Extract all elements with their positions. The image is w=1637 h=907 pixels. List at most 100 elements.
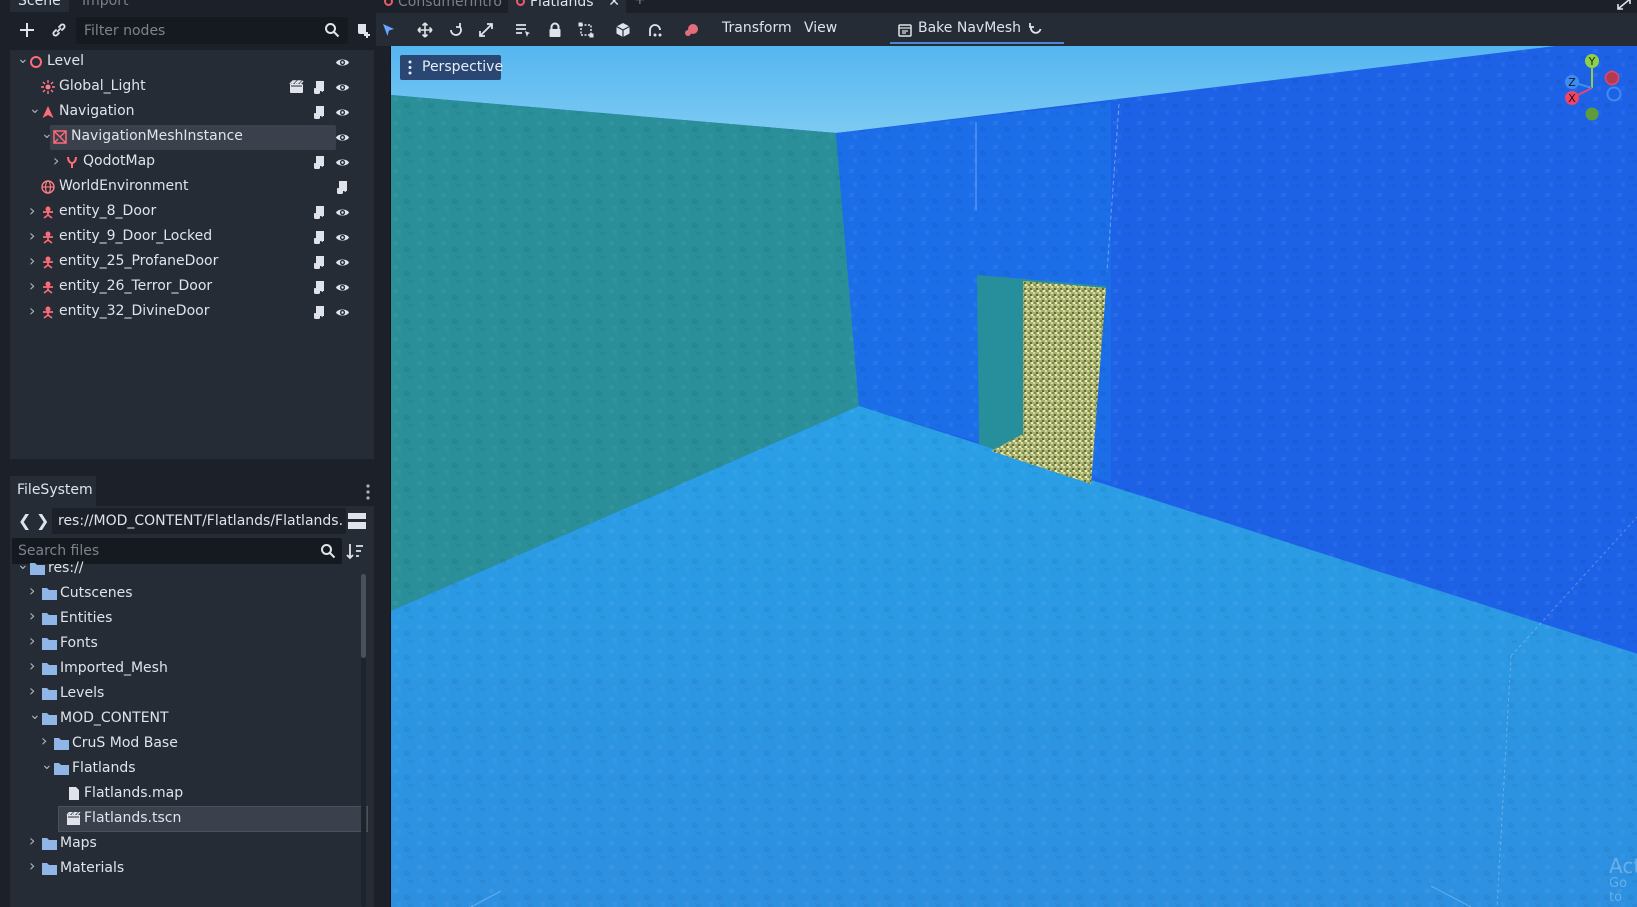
forward-arrow-icon[interactable]: ❯ bbox=[36, 511, 49, 530]
visibility-eye-icon[interactable] bbox=[335, 305, 350, 320]
file-row[interactable]: Flatlands.map bbox=[10, 781, 350, 807]
chevron-right-icon[interactable]: › bbox=[29, 833, 39, 849]
chevron-down-icon[interactable]: ⌄ bbox=[29, 708, 41, 722]
select-tool-button[interactable] bbox=[378, 19, 400, 41]
visibility-eye-icon[interactable] bbox=[335, 155, 350, 170]
scene-node-row[interactable]: › entity_25_ProfaneDoor bbox=[10, 250, 374, 275]
chevron-down-icon[interactable]: ⌄ bbox=[29, 102, 41, 116]
filesystem-scrollbar[interactable] bbox=[361, 574, 366, 907]
chevron-right-icon[interactable]: › bbox=[29, 278, 39, 294]
script-icon[interactable] bbox=[312, 80, 327, 95]
scene-node-row[interactable]: ⌄ Navigation bbox=[10, 100, 374, 125]
list-select-button[interactable] bbox=[512, 19, 534, 41]
chevron-right-icon[interactable]: › bbox=[29, 303, 39, 319]
new-scene-tab-icon[interactable]: + bbox=[634, 0, 646, 8]
scene-tab-flatlands[interactable]: Flatlands ✕ bbox=[508, 0, 626, 13]
lock-button[interactable] bbox=[544, 19, 566, 41]
scene-node-row[interactable]: › entity_26_Terror_Door bbox=[10, 275, 374, 300]
scene-node-row[interactable]: Global_Light bbox=[10, 75, 374, 100]
script-icon[interactable] bbox=[335, 180, 350, 195]
move-tool-button[interactable] bbox=[414, 19, 436, 41]
group-button[interactable] bbox=[575, 19, 597, 41]
instance-scene-button[interactable] bbox=[46, 16, 72, 44]
open-scene-icon[interactable] bbox=[289, 80, 304, 95]
folder-row[interactable]: ⌄ res:// bbox=[10, 556, 350, 582]
bake-navmesh-button[interactable]: Bake NavMesh bbox=[918, 20, 1021, 36]
chevron-right-icon[interactable]: › bbox=[29, 858, 39, 874]
tab-scene[interactable]: Scene bbox=[10, 0, 69, 12]
chevron-down-icon[interactable]: ⌄ bbox=[17, 52, 29, 66]
chevron-right-icon[interactable]: › bbox=[29, 253, 39, 269]
tab-filesystem[interactable]: FileSystem bbox=[10, 476, 96, 506]
folder-row[interactable]: › Fonts bbox=[10, 631, 350, 657]
tab-import[interactable]: Import bbox=[74, 0, 137, 12]
scene-node-row[interactable]: ⌄ Level bbox=[10, 50, 374, 75]
visibility-eye-icon[interactable] bbox=[335, 280, 350, 295]
chevron-right-icon[interactable]: › bbox=[29, 228, 39, 244]
scene-tab-consumerintro[interactable]: ConsumerIntro bbox=[376, 0, 512, 13]
perspective-menu-button[interactable]: Perspective bbox=[400, 55, 503, 80]
chevron-right-icon[interactable]: › bbox=[29, 683, 39, 699]
scene-node-row[interactable]: › entity_32_DivineDoor bbox=[10, 300, 374, 325]
folder-row[interactable]: ⌄ MOD_CONTENT bbox=[10, 706, 350, 732]
rotate-tool-button[interactable] bbox=[445, 19, 467, 41]
view-menu[interactable]: View bbox=[804, 20, 837, 36]
use-snap-button[interactable] bbox=[644, 19, 666, 41]
chevron-right-icon[interactable]: › bbox=[29, 583, 39, 599]
path-field[interactable]: res://MOD_CONTENT/Flatlands/Flatlands. bbox=[52, 508, 346, 534]
chevron-down-icon[interactable]: ⌄ bbox=[41, 127, 53, 141]
folder-row[interactable]: › Entities bbox=[10, 606, 350, 632]
scrollbar-thumb[interactable] bbox=[361, 574, 366, 658]
visibility-eye-icon[interactable] bbox=[335, 230, 350, 245]
add-node-button[interactable] bbox=[14, 16, 40, 44]
visibility-eye-icon[interactable] bbox=[335, 255, 350, 270]
scene-node-row[interactable]: WorldEnvironment bbox=[10, 175, 374, 200]
chevron-down-icon[interactable]: ⌄ bbox=[17, 558, 29, 572]
filter-nodes-input[interactable] bbox=[76, 17, 348, 44]
scene-node-row[interactable]: › entity_9_Door_Locked bbox=[10, 225, 374, 250]
chevron-right-icon[interactable]: › bbox=[41, 733, 51, 749]
visibility-eye-icon[interactable] bbox=[335, 55, 350, 70]
visibility-eye-icon[interactable] bbox=[335, 80, 350, 95]
orientation-gizmo[interactable]: Y X Z bbox=[1560, 52, 1624, 122]
split-layout-icon[interactable] bbox=[348, 513, 366, 529]
3d-viewport[interactable]: Perspective Y X Z Acti Go to bbox=[390, 46, 1637, 907]
scene-node-row[interactable]: › QodotMap bbox=[10, 150, 374, 175]
maximize-icon[interactable] bbox=[1617, 0, 1631, 10]
folder-row[interactable]: › Cutscenes bbox=[10, 581, 350, 607]
transform-menu[interactable]: Transform bbox=[722, 20, 792, 36]
script-icon[interactable] bbox=[312, 255, 327, 270]
script-icon[interactable] bbox=[312, 305, 327, 320]
filter-nodes-field[interactable] bbox=[76, 17, 348, 44]
close-icon[interactable]: ✕ bbox=[608, 0, 620, 13]
visibility-eye-icon[interactable] bbox=[335, 205, 350, 220]
script-icon[interactable] bbox=[312, 205, 327, 220]
folder-row[interactable]: › CruS Mod Base bbox=[10, 731, 350, 757]
visibility-eye-icon[interactable] bbox=[335, 105, 350, 120]
visibility-eye-icon[interactable] bbox=[335, 130, 350, 145]
attach-script-button[interactable] bbox=[350, 16, 376, 44]
chevron-right-icon[interactable]: › bbox=[29, 658, 39, 674]
use-local-space-button[interactable] bbox=[612, 19, 634, 41]
scene-node-row[interactable]: ⌄ NavigationMeshInstance bbox=[10, 125, 374, 150]
folder-row[interactable]: › Levels bbox=[10, 681, 350, 707]
reload-icon[interactable] bbox=[1028, 21, 1044, 37]
file-row[interactable]: Flatlands.tscn bbox=[10, 806, 368, 832]
back-arrow-icon[interactable]: ❮ bbox=[18, 511, 31, 530]
script-icon[interactable] bbox=[312, 155, 327, 170]
chevron-right-icon[interactable]: › bbox=[29, 608, 39, 624]
scale-tool-button[interactable] bbox=[475, 19, 497, 41]
kebab-menu-icon[interactable] bbox=[366, 484, 370, 500]
folder-row[interactable]: ⌄ Flatlands bbox=[10, 756, 350, 782]
script-icon[interactable] bbox=[312, 105, 327, 120]
cpu-particles-button[interactable] bbox=[681, 19, 703, 41]
script-icon[interactable] bbox=[312, 230, 327, 245]
chevron-right-icon[interactable]: › bbox=[53, 153, 63, 169]
chevron-right-icon[interactable]: › bbox=[29, 633, 39, 649]
scene-node-row[interactable]: › entity_8_Door bbox=[10, 200, 374, 225]
folder-row[interactable]: › Maps bbox=[10, 831, 350, 857]
script-icon[interactable] bbox=[312, 280, 327, 295]
folder-row[interactable]: › Imported_Mesh bbox=[10, 656, 350, 682]
chevron-down-icon[interactable]: ⌄ bbox=[41, 758, 53, 772]
chevron-right-icon[interactable]: › bbox=[29, 203, 39, 219]
